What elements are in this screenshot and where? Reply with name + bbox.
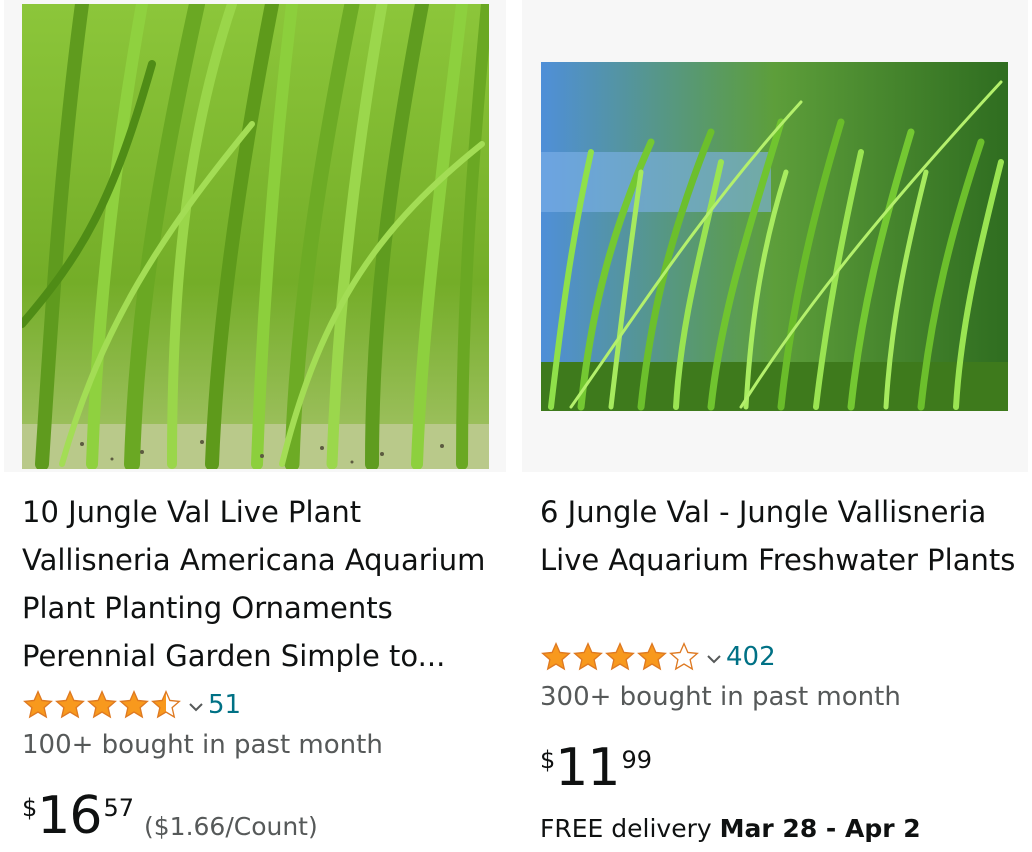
review-count-link[interactable]: 402 — [726, 642, 776, 672]
product-card[interactable]: 6 Jungle Val - Jungle Vallisneria Live A… — [518, 0, 1032, 852]
star-empty-icon — [669, 642, 699, 671]
delivery-info: FREE delivery Mar 28 - Apr 2 — [540, 814, 921, 843]
product-title[interactable]: 10 Jungle Val Live Plant Vallisneria Ame… — [22, 488, 498, 680]
product-card[interactable]: 10 Jungle Val Live Plant Vallisneria Ame… — [0, 0, 512, 852]
chevron-down-icon — [707, 655, 721, 664]
product-image-container[interactable] — [4, 0, 506, 472]
star-icon — [119, 690, 149, 719]
price-whole: 16 — [37, 786, 102, 846]
chevron-down-icon — [189, 703, 203, 712]
rating-row: 51 — [22, 688, 241, 722]
star-icon — [23, 690, 53, 719]
rating-row: 402 — [540, 640, 776, 674]
star-icon — [605, 642, 635, 671]
review-count-link[interactable]: 51 — [208, 690, 241, 720]
product-image-container[interactable] — [522, 0, 1028, 472]
bought-in-past-month: 300+ bought in past month — [540, 682, 901, 712]
plant-photo-graphic — [22, 4, 489, 469]
price[interactable]: $ 11 99 — [540, 740, 652, 796]
star-rating[interactable] — [540, 641, 726, 673]
delivery-prefix: FREE delivery — [540, 814, 712, 843]
price-currency: $ — [22, 794, 38, 822]
plant-photo-graphic — [541, 62, 1008, 411]
star-icon — [87, 690, 117, 719]
product-image[interactable] — [541, 62, 1008, 411]
unit-price: ($1.66/Count) — [144, 812, 318, 841]
star-half-icon — [151, 690, 181, 719]
product-title[interactable]: 6 Jungle Val - Jungle Vallisneria Live A… — [540, 488, 1020, 584]
price-whole: 11 — [555, 738, 620, 798]
star-icon — [55, 690, 85, 719]
star-icon — [637, 642, 667, 671]
bought-in-past-month: 100+ bought in past month — [22, 730, 383, 760]
price-fraction: 57 — [103, 794, 134, 822]
price-currency: $ — [540, 746, 556, 774]
price[interactable]: $ 16 57 ($1.66/Count) — [22, 788, 318, 844]
star-icon — [573, 642, 603, 671]
star-rating[interactable] — [22, 689, 208, 721]
delivery-dates: Mar 28 - Apr 2 — [719, 814, 921, 843]
price-fraction: 99 — [621, 746, 652, 774]
product-image[interactable] — [22, 4, 489, 469]
star-icon — [541, 642, 571, 671]
